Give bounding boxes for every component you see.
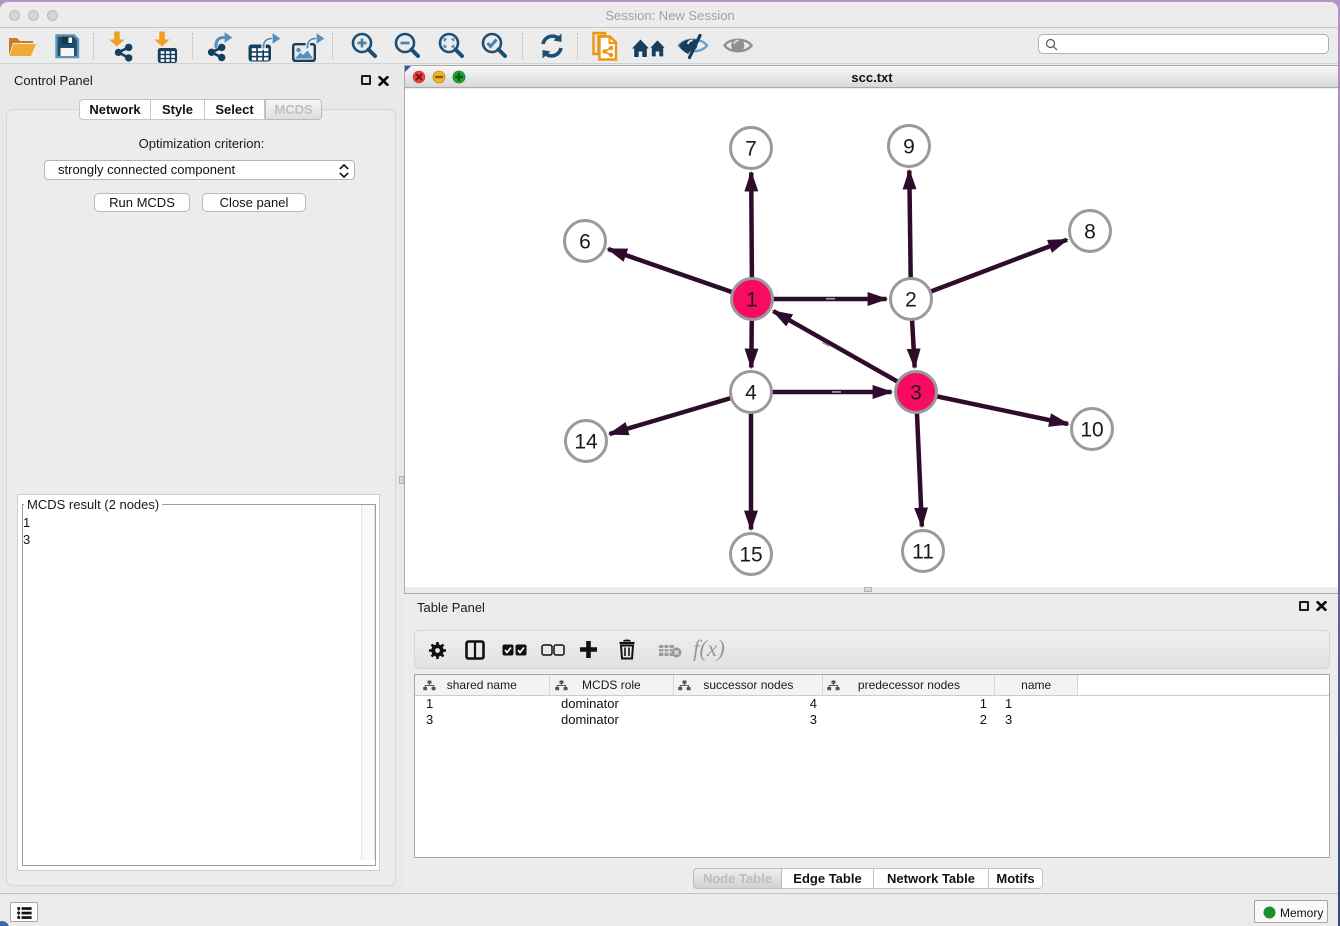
svg-text:6: 6 bbox=[579, 231, 591, 254]
svg-text:9: 9 bbox=[903, 136, 915, 159]
svg-text:3: 3 bbox=[910, 382, 922, 405]
svg-text:10: 10 bbox=[1080, 419, 1103, 442]
svg-text:4: 4 bbox=[745, 382, 757, 405]
svg-text:14: 14 bbox=[574, 431, 598, 454]
svg-text:8: 8 bbox=[1084, 221, 1096, 244]
svg-text:11: 11 bbox=[912, 541, 934, 564]
svg-text:7: 7 bbox=[745, 138, 757, 161]
svg-text:1: 1 bbox=[746, 289, 758, 312]
svg-text:2: 2 bbox=[905, 289, 917, 312]
svg-text:15: 15 bbox=[739, 544, 762, 567]
